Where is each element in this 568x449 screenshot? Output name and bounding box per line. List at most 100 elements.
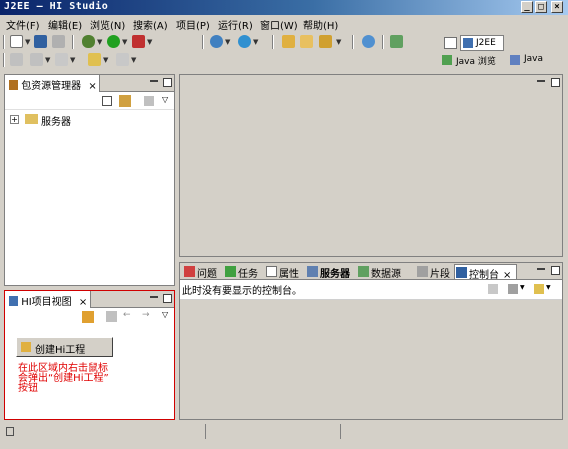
minimize-icon[interactable] (150, 80, 158, 82)
status-icon[interactable] (4, 424, 16, 439)
menu-project[interactable]: 项目(P) (176, 17, 210, 32)
maximize-icon[interactable] (551, 266, 560, 275)
tab-servers[interactable]: 服务器 (306, 264, 350, 280)
clear-console-icon[interactable] (488, 284, 498, 294)
hi-project-title: HI项目视图 (21, 297, 72, 308)
package-explorer-header: 包资源管理器 × (5, 75, 174, 92)
tab-tasks[interactable]: 任务 (224, 264, 258, 280)
filter-icon[interactable] (144, 96, 154, 106)
menu-help[interactable]: 帮助(H) (303, 17, 338, 32)
package-explorer-toolbar: ▽ (5, 92, 174, 110)
refresh-icon[interactable] (82, 311, 94, 323)
minimize-icon[interactable] (537, 80, 545, 82)
minimize-icon[interactable] (537, 268, 545, 270)
tab-label: 属性 (279, 269, 299, 280)
tab-snippets[interactable]: 片段 (416, 264, 450, 280)
open-perspective-icon[interactable] (444, 37, 457, 49)
chevron-down-icon[interactable]: ▼ (520, 284, 525, 291)
tab-console[interactable]: 控制台 × (454, 264, 518, 281)
menu-file[interactable]: 文件(F) (6, 17, 40, 32)
title-bar: J2EE — HI Studio _ □ × (0, 0, 568, 15)
menu-bar: 文件(F) 编辑(E) 浏览(N) 搜索(A) 项目(P) 运行(R) 窗口(W… (0, 15, 568, 32)
maximize-button[interactable]: □ (535, 1, 547, 13)
display-console-icon[interactable] (508, 284, 518, 294)
menu-run[interactable]: 运行(R) (218, 17, 253, 32)
perspective-java-browse[interactable]: Java 浏览 (440, 53, 506, 67)
forward-arrow-icon[interactable]: → (142, 310, 150, 320)
debug-icon[interactable] (82, 35, 95, 48)
minimize-button[interactable]: _ (521, 1, 533, 13)
j2ee-icon (463, 38, 473, 48)
chevron-down-icon[interactable]: ▼ (25, 38, 30, 46)
close-icon[interactable]: × (88, 81, 96, 92)
chevron-down-icon[interactable]: ▼ (336, 38, 341, 46)
menu-window[interactable]: 窗口(W) (260, 17, 298, 32)
maximize-icon[interactable] (163, 294, 172, 303)
chevron-down-icon[interactable]: ▼ (45, 56, 50, 64)
open-folder-icon[interactable] (282, 35, 295, 48)
back-arrow-icon[interactable] (88, 53, 101, 66)
open-type-icon[interactable] (300, 35, 313, 48)
print-icon[interactable] (52, 35, 65, 48)
chevron-down-icon[interactable]: ▼ (103, 56, 108, 64)
status-divider (205, 424, 206, 439)
tab-properties[interactable]: 属性 (265, 264, 299, 280)
tab-data-source[interactable]: 数据源 (357, 264, 401, 280)
chevron-down-icon[interactable]: ▼ (546, 284, 551, 291)
console-body (180, 300, 562, 419)
chevron-down-icon[interactable]: ▼ (253, 38, 258, 46)
tab-label: 问题 (197, 269, 217, 280)
sync-icon[interactable] (390, 35, 403, 48)
chevron-down-icon[interactable]: ▼ (70, 56, 75, 64)
search-icon[interactable] (319, 35, 332, 48)
previous-annotation-icon[interactable] (55, 53, 68, 66)
maximize-icon[interactable] (551, 78, 560, 87)
tab-label: 任务 (238, 269, 258, 280)
tab-label: 服务器 (320, 269, 350, 280)
expand-icon[interactable]: + (10, 115, 19, 124)
hi-project-tab[interactable]: HI项目视图 × (5, 291, 91, 308)
close-button[interactable]: × (551, 1, 563, 13)
chevron-down-icon[interactable]: ▼ (225, 38, 230, 46)
perspective-j2ee[interactable]: J2EE (460, 35, 504, 51)
collapse-all-icon[interactable] (102, 96, 112, 106)
new-file-icon[interactable] (10, 35, 23, 48)
perspective-java[interactable]: Java (508, 53, 548, 67)
link-with-editor-icon[interactable] (119, 95, 131, 107)
globe-icon[interactable] (362, 35, 375, 48)
chevron-down-icon[interactable]: ▼ (131, 56, 136, 64)
package-explorer-view: 包资源管理器 × ▽ + 服务器 (4, 74, 175, 286)
chevron-down-icon[interactable]: ▼ (122, 38, 127, 46)
menu-navigate[interactable]: 浏览(N) (90, 17, 125, 32)
chevron-down-icon[interactable]: ▼ (97, 38, 102, 46)
view-menu-icon[interactable]: ▽ (162, 310, 168, 319)
open-console-icon[interactable] (534, 284, 544, 294)
package-explorer-tab[interactable]: 包资源管理器 × (5, 75, 100, 92)
view-menu-icon[interactable]: ▽ (162, 95, 168, 104)
snippets-icon (417, 266, 428, 277)
status-divider (340, 424, 341, 439)
minimize-icon[interactable] (150, 296, 158, 298)
menu-search[interactable]: 搜索(A) (133, 17, 168, 32)
next-annotation-icon[interactable] (30, 53, 43, 66)
create-hi-project-label: 创建Hi工程 (35, 345, 86, 356)
new-server-icon[interactable] (210, 35, 223, 48)
create-hi-project-button[interactable]: 创建Hi工程 (16, 337, 113, 357)
window-title: J2EE — HI Studio (4, 1, 109, 12)
new-web-icon[interactable] (238, 35, 251, 48)
annotation-icon[interactable] (10, 53, 23, 66)
close-icon[interactable]: × (79, 297, 87, 308)
back-arrow-icon[interactable]: ← (123, 310, 131, 320)
tab-problems[interactable]: 问题 (183, 264, 217, 280)
chevron-down-icon[interactable]: ▼ (147, 38, 152, 46)
run-icon[interactable] (107, 35, 120, 48)
save-icon[interactable] (34, 35, 47, 48)
menu-edit[interactable]: 编辑(E) (48, 17, 82, 32)
home-icon[interactable] (106, 311, 117, 322)
toolbar-separator (72, 35, 74, 49)
hint-line: 按钮 (18, 383, 38, 394)
external-tools-icon[interactable] (132, 35, 145, 48)
forward-arrow-icon[interactable] (116, 53, 129, 66)
maximize-icon[interactable] (163, 78, 172, 87)
status-bar (0, 422, 568, 442)
